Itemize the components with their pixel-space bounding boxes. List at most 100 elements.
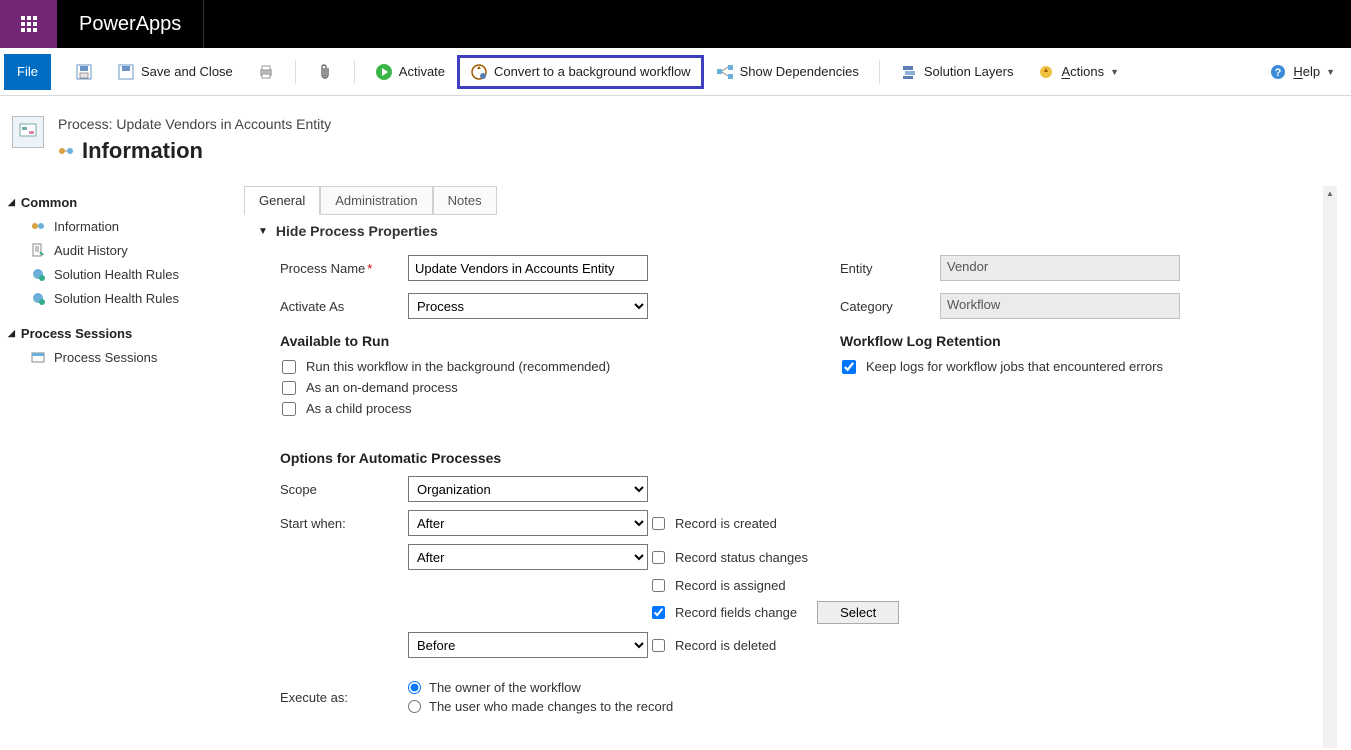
- category-value: Workflow: [940, 293, 1180, 319]
- attach-button[interactable]: [304, 56, 346, 88]
- exec-owner-radio[interactable]: [408, 681, 421, 694]
- scroll-up-icon: ▲: [1323, 186, 1337, 200]
- record-status-checkbox[interactable]: [652, 551, 665, 564]
- record-fields-label: Record fields change: [675, 605, 797, 620]
- record-deleted-label: Record is deleted: [675, 638, 776, 653]
- print-button[interactable]: [245, 56, 287, 88]
- scope-label: Scope: [280, 482, 408, 497]
- record-deleted-checkbox[interactable]: [652, 639, 665, 652]
- help-icon: ?: [1269, 63, 1287, 81]
- select-fields-button[interactable]: Select: [817, 601, 899, 624]
- record-fields-checkbox[interactable]: [652, 606, 665, 619]
- log-retention-title: Workflow Log Retention: [840, 333, 1200, 349]
- execute-as-label: Execute as:: [280, 690, 408, 705]
- activate-button[interactable]: Activate: [363, 56, 457, 88]
- actions-label: Actions: [1061, 64, 1104, 79]
- keep-logs-checkbox[interactable]: [842, 360, 856, 374]
- sessions-icon: [30, 349, 46, 365]
- sidebar-item-label: Solution Health Rules: [54, 291, 179, 306]
- sidebar-item-audit-history[interactable]: Audit History: [8, 238, 240, 262]
- available-to-run-title: Available to Run: [280, 333, 760, 349]
- show-dependencies-label: Show Dependencies: [740, 64, 859, 79]
- record-assigned-checkbox[interactable]: [652, 579, 665, 592]
- sidebar-item-information[interactable]: Information: [8, 214, 240, 238]
- save-button[interactable]: [63, 56, 105, 88]
- exec-owner-label: The owner of the workflow: [429, 680, 581, 695]
- sidebar-group-process-sessions[interactable]: Process Sessions: [8, 322, 240, 345]
- app-launcher[interactable]: [0, 0, 57, 48]
- tab-general[interactable]: General: [244, 186, 320, 215]
- save-close-icon: [117, 63, 135, 81]
- activate-as-select[interactable]: Process: [408, 293, 648, 319]
- dependencies-icon: [716, 63, 734, 81]
- process-entity-icon: [12, 116, 44, 148]
- convert-label: Convert to a background workflow: [494, 64, 691, 79]
- record-created-checkbox[interactable]: [652, 517, 665, 530]
- vertical-scrollbar[interactable]: ▲: [1323, 186, 1337, 748]
- process-icon: [30, 218, 46, 234]
- layers-icon: [900, 63, 918, 81]
- record-assigned-label: Record is assigned: [675, 578, 786, 593]
- record-created-label: Record is created: [675, 516, 777, 531]
- entity-label: Entity: [840, 261, 940, 276]
- entity-value: Vendor: [940, 255, 1180, 281]
- exec-user-radio[interactable]: [408, 700, 421, 713]
- save-and-close-label: Save and Close: [141, 64, 233, 79]
- convert-icon: [470, 63, 488, 81]
- health-icon: [30, 266, 46, 282]
- show-dependencies-button[interactable]: Show Dependencies: [704, 56, 871, 88]
- keep-logs-label: Keep logs for workflow jobs that encount…: [866, 359, 1163, 374]
- brand-title: PowerApps: [57, 0, 204, 48]
- process-name-input[interactable]: [408, 255, 648, 281]
- child-process-checkbox[interactable]: [282, 402, 296, 416]
- start-when-select-2[interactable]: After: [408, 544, 648, 570]
- start-when-label: Start when:: [280, 516, 408, 531]
- process-small-icon: [58, 143, 74, 159]
- breadcrumb: Process: Update Vendors in Accounts Enti…: [58, 116, 331, 132]
- start-when-select-3[interactable]: Before: [408, 632, 648, 658]
- run-background-checkbox[interactable]: [282, 360, 296, 374]
- exec-user-label: The user who made changes to the record: [429, 699, 673, 714]
- tab-notes[interactable]: Notes: [433, 186, 497, 215]
- record-status-label: Record status changes: [675, 550, 808, 565]
- sidebar-item-solution-health-rules-2[interactable]: Solution Health Rules: [8, 286, 240, 310]
- child-process-label: As a child process: [306, 401, 412, 416]
- category-label: Category: [840, 299, 940, 314]
- print-icon: [257, 63, 275, 81]
- paperclip-icon: [316, 63, 334, 81]
- page-title: Information: [82, 138, 203, 164]
- tab-administration[interactable]: Administration: [320, 186, 432, 215]
- chevron-down-icon: ▼: [1110, 67, 1119, 77]
- save-icon: [75, 63, 93, 81]
- activate-as-label: Activate As: [280, 299, 408, 314]
- save-and-close-button[interactable]: Save and Close: [105, 56, 245, 88]
- actions-icon: [1037, 63, 1055, 81]
- sidebar-item-label: Audit History: [54, 243, 128, 258]
- activate-label: Activate: [399, 64, 445, 79]
- sidebar-item-label: Process Sessions: [54, 350, 157, 365]
- on-demand-label: As an on-demand process: [306, 380, 458, 395]
- convert-background-workflow-button[interactable]: Convert to a background workflow: [457, 55, 704, 89]
- on-demand-checkbox[interactable]: [282, 381, 296, 395]
- run-background-label: Run this workflow in the background (rec…: [306, 359, 610, 374]
- start-when-select-1[interactable]: After: [408, 510, 648, 536]
- health-icon: [30, 290, 46, 306]
- chevron-down-icon: ▼: [1326, 67, 1335, 77]
- sidebar-item-process-sessions[interactable]: Process Sessions: [8, 345, 240, 369]
- audit-icon: [30, 242, 46, 258]
- file-tab[interactable]: File: [4, 54, 51, 90]
- sidebar-group-common[interactable]: Common: [8, 191, 240, 214]
- activate-icon: [375, 63, 393, 81]
- solution-layers-button[interactable]: Solution Layers: [888, 56, 1026, 88]
- collapse-label: Hide Process Properties: [276, 223, 438, 239]
- sidebar-item-label: Solution Health Rules: [54, 267, 179, 282]
- actions-menu[interactable]: Actions ▼: [1025, 56, 1131, 88]
- solution-layers-label: Solution Layers: [924, 64, 1014, 79]
- svg-text:?: ?: [1275, 67, 1282, 79]
- help-menu[interactable]: ? Help ▼: [1257, 56, 1347, 88]
- options-automatic-title: Options for Automatic Processes: [280, 450, 1297, 466]
- hide-process-properties-toggle[interactable]: Hide Process Properties: [240, 217, 1321, 245]
- process-name-label: Process Name*: [280, 261, 408, 276]
- scope-select[interactable]: Organization: [408, 476, 648, 502]
- sidebar-item-solution-health-rules[interactable]: Solution Health Rules: [8, 262, 240, 286]
